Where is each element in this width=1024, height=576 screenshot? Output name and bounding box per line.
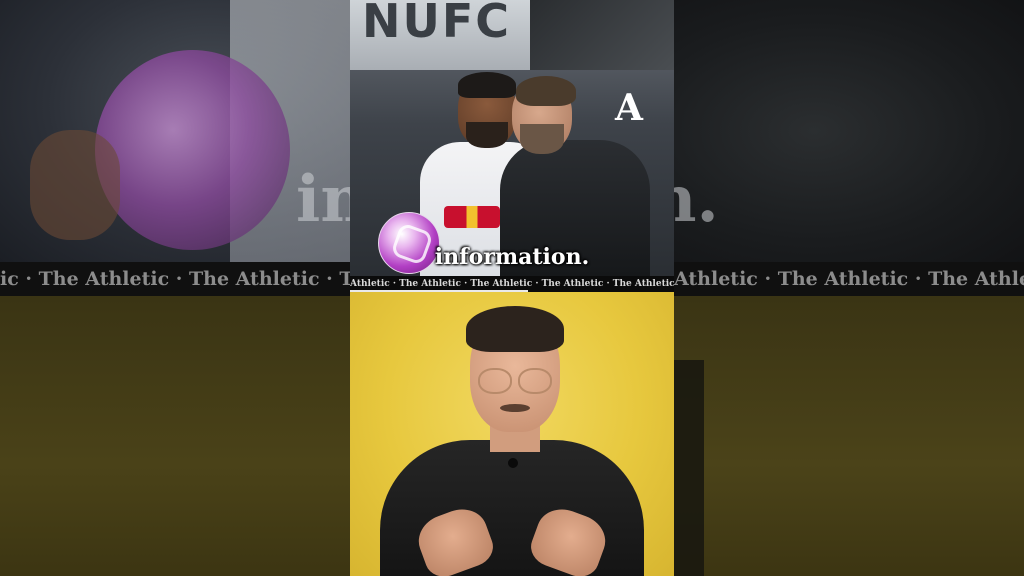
background-blurred-person bbox=[674, 360, 704, 576]
glasses-lens-left bbox=[478, 368, 512, 394]
background-blurred-hand bbox=[30, 130, 120, 240]
the-athletic-logo-icon: A bbox=[615, 87, 643, 129]
background-right-bottom bbox=[674, 296, 1024, 576]
background-blurred-ball bbox=[95, 50, 290, 250]
subtitle-caption: information. bbox=[434, 244, 590, 270]
presenter-mustache bbox=[500, 404, 530, 412]
presenter-photo bbox=[350, 292, 674, 576]
glasses-lens-right bbox=[518, 368, 552, 394]
background-left-bottom bbox=[0, 296, 350, 576]
background-right-top bbox=[674, 0, 1024, 262]
coach-hair bbox=[516, 76, 576, 106]
video-frame: NUFC A information. Athletic · The Athle… bbox=[350, 0, 674, 576]
shirt-sponsor-logo bbox=[444, 206, 500, 228]
football-photo: NUFC A information. bbox=[350, 0, 674, 276]
stand-sign-text: NUFC bbox=[362, 0, 512, 48]
stadium-stand: NUFC bbox=[350, 0, 674, 70]
stadium-stand-dark bbox=[530, 0, 674, 70]
lapel-mic-icon bbox=[508, 458, 518, 468]
presenter-glasses bbox=[478, 368, 552, 394]
background-ticker-right: Athletic · The Athletic · The Athletic bbox=[674, 262, 1024, 296]
background-ticker-left: ic · The Athletic · The Athletic · The A… bbox=[0, 262, 350, 296]
coach-beard bbox=[520, 124, 564, 154]
presenter-hair bbox=[466, 306, 564, 352]
